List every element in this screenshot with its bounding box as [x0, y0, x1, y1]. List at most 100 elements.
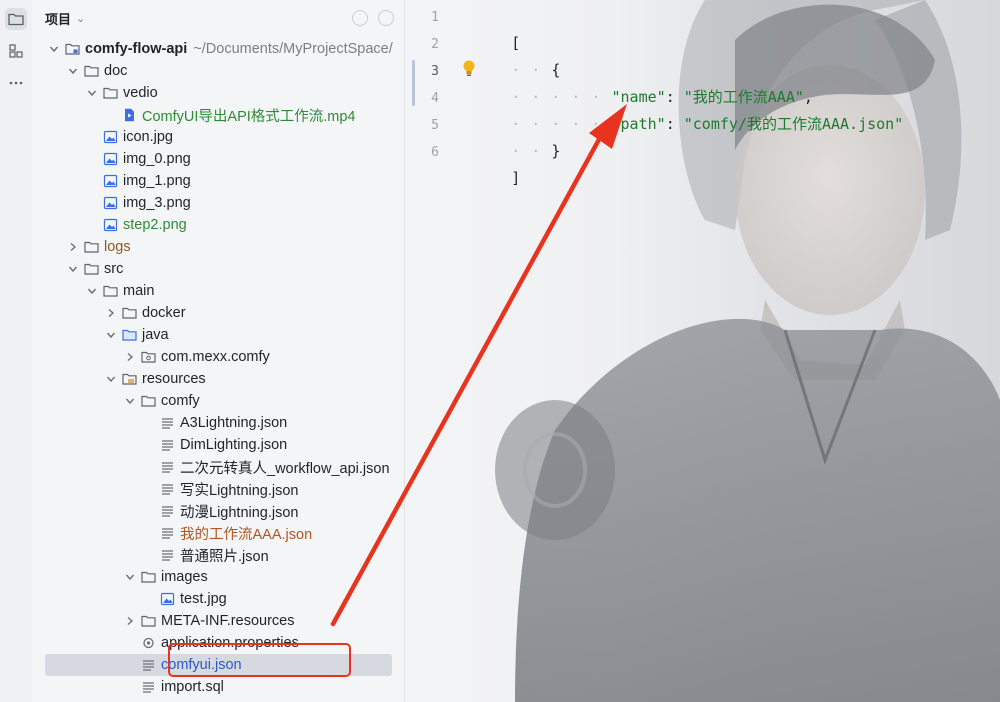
json-file-icon	[160, 526, 175, 540]
chevron-down-icon[interactable]	[123, 394, 137, 408]
panel-title: 项目	[45, 11, 72, 27]
chevron-right-icon[interactable]	[66, 240, 80, 254]
tree-item[interactable]: 二次元转真人_workflow_api.json	[32, 456, 404, 478]
tree-item[interactable]: A3Lightning.json	[32, 412, 404, 434]
line-number: 1	[431, 10, 439, 25]
folder-icon	[141, 614, 156, 628]
line-number-current: 3	[431, 64, 439, 79]
code-line: [	[511, 34, 521, 52]
project-panel: 项目 ⌄ comfy-flow-api ~/Documents/MyProject…	[32, 0, 405, 702]
tree-item[interactable]: 普通照片.json	[32, 544, 404, 566]
chevron-down-icon[interactable]	[66, 64, 80, 78]
options-icon[interactable]	[378, 10, 394, 26]
tree-item-label: META-INF.resources	[161, 613, 295, 629]
tree-item[interactable]: com.mexx.comfy	[32, 346, 404, 368]
tree-item[interactable]: 写实Lightning.json	[32, 478, 404, 500]
chevron-right-icon[interactable]	[123, 614, 137, 628]
tree-item[interactable]: ComfyUI导出API格式工作流.mp4	[32, 104, 404, 126]
tree-item[interactable]: META-INF.resources	[32, 610, 404, 632]
json-key: "path"	[611, 115, 666, 133]
tree-item[interactable]: comfy-flow-api ~/Documents/MyProjectSpace…	[32, 38, 404, 60]
folder-icon	[84, 240, 99, 254]
structure-tool-button[interactable]	[5, 40, 27, 62]
tree-item[interactable]: img_0.png	[32, 148, 404, 170]
chevron-down-icon[interactable]	[47, 42, 61, 56]
tree-item[interactable]: icon.jpg	[32, 126, 404, 148]
tree-item[interactable]: main	[32, 280, 404, 302]
tree-item-label: images	[161, 569, 208, 585]
folder-icon	[8, 13, 24, 26]
tree-item[interactable]: img_1.png	[32, 170, 404, 192]
line-number: 6	[431, 145, 439, 160]
tree-item[interactable]: images	[32, 566, 404, 588]
folder-icon	[141, 394, 156, 408]
tree-item[interactable]: logs	[32, 236, 404, 258]
chevron-down-icon[interactable]	[66, 262, 80, 276]
source-folder-icon	[122, 328, 137, 342]
tree-item-label: resources	[142, 371, 206, 387]
panel-toolbar	[352, 10, 394, 26]
module-folder-icon	[65, 42, 80, 56]
tree-item[interactable]: DimLighting.json	[32, 434, 404, 456]
image-file-icon	[103, 130, 118, 144]
folder-icon	[122, 306, 137, 320]
line-number: 4	[431, 91, 439, 106]
more-tools-button[interactable]	[5, 72, 27, 94]
chevron-down-icon[interactable]	[104, 328, 118, 342]
image-file-icon	[160, 592, 175, 606]
code-line: ]	[511, 169, 521, 187]
chevron-right-icon[interactable]	[104, 306, 118, 320]
editor[interactable]: 1 2 3 4 5 6 [ · · { · · · · · "name": "我…	[405, 0, 1000, 702]
locate-icon[interactable]	[352, 10, 368, 26]
resources-folder-icon	[122, 372, 137, 386]
tree-item-label: DimLighting.json	[180, 437, 288, 453]
code-line: · · · · · "path": "comfy/我的工作流AAA.json"	[511, 115, 904, 133]
tree-item[interactable]: resources	[32, 368, 404, 390]
chevron-down-icon[interactable]: ⌄	[76, 12, 85, 25]
project-panel-header[interactable]: 项目 ⌄	[32, 0, 404, 36]
tree-item-label: A3Lightning.json	[180, 415, 288, 431]
tree-item-label: java	[142, 327, 169, 343]
tree-item[interactable]: vedio	[32, 82, 404, 104]
chevron-down-icon[interactable]	[104, 372, 118, 386]
chevron-down-icon[interactable]	[85, 284, 99, 298]
folder-icon	[141, 570, 156, 584]
json-file-icon	[160, 482, 175, 496]
tree-item[interactable]: test.jpg	[32, 588, 404, 610]
chevron-down-icon[interactable]	[85, 86, 99, 100]
tree-item-label: docker	[142, 305, 186, 321]
tree-item-label: 动漫Lightning.json	[180, 504, 299, 521]
tree-item[interactable]: doc	[32, 60, 404, 82]
folder-icon	[84, 64, 99, 78]
activity-bar	[0, 0, 33, 702]
json-file-icon	[160, 460, 175, 474]
tree-item-label: 写实Lightning.json	[180, 482, 299, 499]
tree-item[interactable]: 我的工作流AAA.json	[32, 522, 404, 544]
tree-item-label: main	[123, 283, 155, 299]
line-number: 2	[431, 37, 439, 52]
tree-item-label: icon.jpg	[123, 129, 173, 145]
tree-item[interactable]: docker	[32, 302, 404, 324]
image-file-icon	[103, 174, 118, 188]
tree-item-label: vedio	[123, 85, 158, 101]
code-line: · · · · · "name": "我的工作流AAA",	[511, 88, 813, 106]
tree-item[interactable]: img_3.png	[32, 192, 404, 214]
tree-item[interactable]: java	[32, 324, 404, 346]
tree-item[interactable]: comfy	[32, 390, 404, 412]
folder-icon	[84, 262, 99, 276]
json-string: "comfy/我的工作流AAA.json"	[683, 115, 904, 133]
image-file-icon	[103, 152, 118, 166]
project-tool-button[interactable]	[5, 8, 27, 30]
tree-item[interactable]: 动漫Lightning.json	[32, 500, 404, 522]
tree-item-label: step2.png	[123, 217, 187, 233]
tree-item-label: comfy	[161, 393, 200, 409]
tree-item[interactable]: import.sql	[32, 676, 404, 698]
json-file-icon	[160, 548, 175, 562]
tree-item[interactable]: step2.png	[32, 214, 404, 236]
tree-item[interactable]: src	[32, 258, 404, 280]
tree-item-label: logs	[104, 239, 131, 255]
chevron-down-icon[interactable]	[123, 570, 137, 584]
video-file-icon	[122, 108, 137, 122]
chevron-right-icon[interactable]	[123, 350, 137, 364]
folder-icon	[103, 284, 118, 298]
